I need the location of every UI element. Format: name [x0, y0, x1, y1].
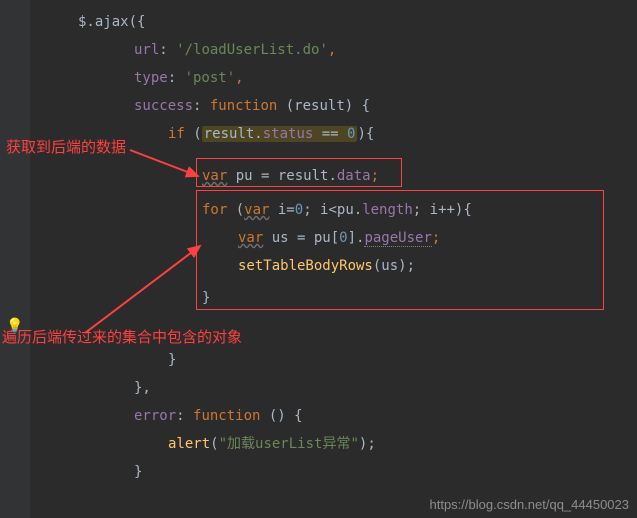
code-line: error: function () {	[30, 402, 637, 430]
code-line: success: function (result) {	[30, 92, 637, 120]
code-line: },	[30, 374, 637, 402]
code-line: type: 'post',	[30, 64, 637, 92]
annotation-top: 获取到后端的数据	[6, 136, 126, 157]
code-editor: $.ajax({ url: '/loadUserList.do', type: …	[0, 0, 637, 518]
highlight-box-bottom	[196, 190, 604, 310]
annotation-bottom: 遍历后端传过来的集合中包含的对象	[2, 326, 242, 347]
watermark: https://blog.csdn.net/qq_44450023	[430, 497, 630, 512]
code-line: $.ajax({	[30, 8, 637, 36]
code-line: alert("加载userList异常");	[30, 430, 637, 458]
code-line: }	[30, 346, 637, 374]
code-line: url: '/loadUserList.do',	[30, 36, 637, 64]
code-line: }	[30, 458, 637, 486]
gutter	[0, 0, 30, 518]
lightbulb-icon[interactable]: 💡	[6, 318, 23, 334]
highlight-box-top	[196, 158, 402, 187]
